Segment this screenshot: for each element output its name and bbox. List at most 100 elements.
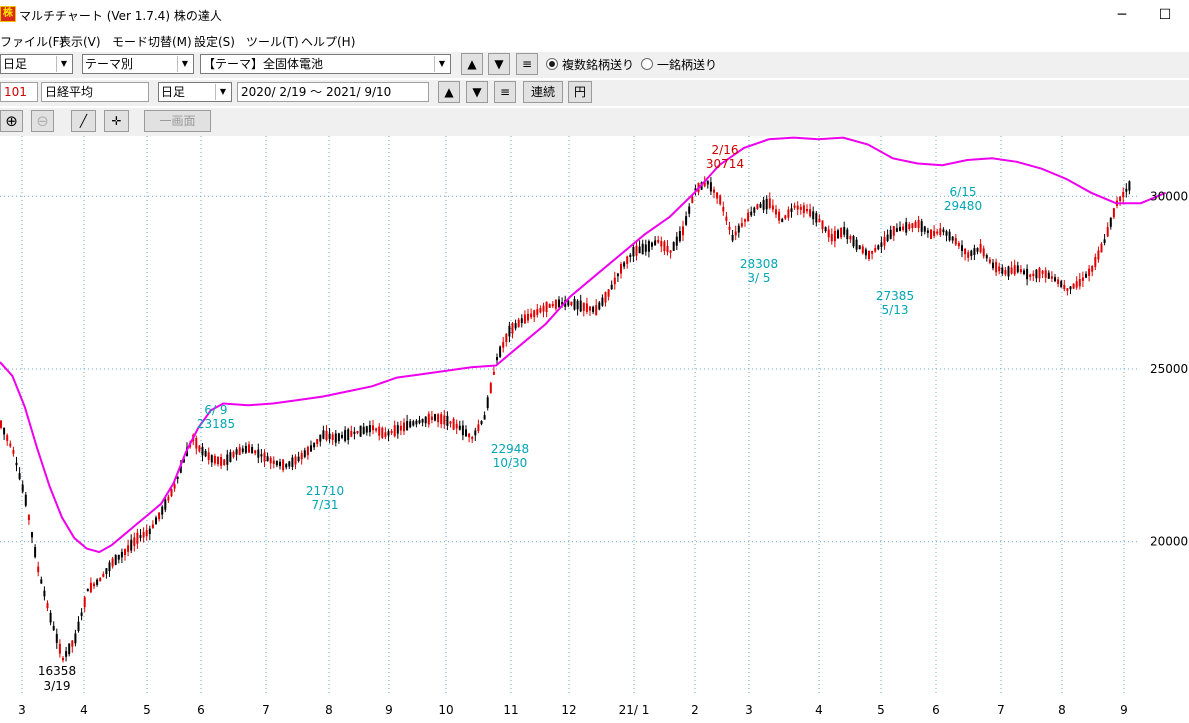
chart-annotations: 163583/19 6/ 923185 217107/31 2294810/30 2/1… <box>38 143 982 693</box>
candle-body <box>837 230 839 239</box>
item-list-button[interactable]: ≡ <box>494 81 516 103</box>
candle-body <box>331 434 334 441</box>
candle-body <box>911 223 914 229</box>
candle-body <box>167 496 170 501</box>
price-chart[interactable]: 16358 3/19 6/ 9 23185 21710 7/31 22948 10/30 2/1… <box>0 136 1189 720</box>
candle-body <box>310 445 312 452</box>
candle-body <box>902 226 905 230</box>
date-range-field[interactable]: 2020/ 2/19 ～ 2021/ 9/10 <box>237 82 429 102</box>
theme-select[interactable]: 【テーマ】全固体電池 ▼ <box>200 54 451 74</box>
candle-body <box>291 457 294 467</box>
candle-body <box>747 212 750 222</box>
candle-body <box>914 221 917 228</box>
candle-body <box>1085 273 1087 278</box>
candle-body <box>449 421 452 424</box>
multi-stock-label: 複数銘柄送り <box>562 58 635 72</box>
candle-body <box>1063 284 1066 290</box>
candle-body <box>37 566 40 573</box>
candle-body <box>269 457 272 464</box>
candle-body <box>675 236 678 246</box>
candle-body <box>666 246 669 252</box>
candle-body <box>46 603 49 609</box>
title-bar: 株 マルチチャート (Ver 1.7.4) 株の達人 ─ ☐ <box>0 0 1189 30</box>
stock-code-input[interactable]: 101 <box>0 82 38 102</box>
single-stock-radio[interactable] <box>641 58 653 70</box>
candle-body <box>536 309 539 315</box>
crosshair-button[interactable]: ✛ <box>104 110 129 132</box>
candle-body <box>1047 272 1050 279</box>
continuous-button[interactable]: 連続 <box>523 81 563 103</box>
menu-settings[interactable]: 設定(S) <box>194 33 235 50</box>
candle-body <box>1119 196 1122 202</box>
candle-body <box>471 437 474 440</box>
candle-body <box>430 416 433 420</box>
candle-body <box>9 443 12 447</box>
candle-body <box>384 432 387 437</box>
menu-mode[interactable]: モード切替(M) <box>112 33 192 50</box>
candle-body <box>812 211 815 220</box>
candle-body <box>1088 268 1091 276</box>
candle-body <box>864 249 867 256</box>
chart-period-select[interactable]: 日足 ▼ <box>158 82 232 102</box>
stock-list-button[interactable]: ≡ <box>516 53 538 75</box>
candle-body <box>220 457 223 466</box>
candle-body <box>127 545 130 552</box>
candle-body <box>34 547 37 558</box>
candle-body <box>1032 273 1035 277</box>
x-axis: 3 4 5 6 7 8 9 10 11 12 21/ 1 2 3 4 5 6 7 8 9 <box>18 703 1128 717</box>
candle-body <box>948 231 951 241</box>
candle-body <box>719 195 722 205</box>
candle-body <box>65 651 68 657</box>
candle-body <box>158 512 161 520</box>
menu-tools[interactable]: ツール(T) <box>246 33 299 50</box>
candle-body <box>480 420 483 425</box>
candle-body <box>483 415 486 420</box>
candle-body <box>89 582 92 593</box>
previous-stock-button[interactable]: ▲ <box>461 53 483 75</box>
toolbar-list: 日足 ▼ テーマ別 ▼ 【テーマ】全固体電池 ▼ ▲ ▼ ≡ 複数銘柄送り 一銘… <box>0 52 1189 78</box>
list-type-select[interactable]: テーマ別 ▼ <box>82 54 194 74</box>
list-type-value: テーマ別 <box>85 57 134 71</box>
candle-body <box>589 306 591 311</box>
single-screen-button[interactable]: 一画面 <box>144 110 211 132</box>
candle-body <box>406 420 409 431</box>
candlestick-chart[interactable]: 163583/19 6/ 923185 217107/31 2294810/30 2/1… <box>0 136 1189 720</box>
previous-item-button[interactable]: ▲ <box>438 81 460 103</box>
list-period-select[interactable]: 日足 ▼ <box>0 54 73 74</box>
candle-body <box>365 426 368 433</box>
candle-body <box>530 313 533 318</box>
candle-body <box>458 425 461 430</box>
candle-body <box>421 419 424 423</box>
candle-body <box>117 554 120 560</box>
x-tick-label: 21/ 1 <box>619 703 650 717</box>
candle-body <box>756 204 759 209</box>
maximize-button[interactable]: ☐ <box>1145 3 1185 27</box>
yen-button[interactable]: 円 <box>568 81 592 103</box>
menu-file[interactable]: ファイル(F) <box>0 33 64 50</box>
candle-body <box>316 439 319 445</box>
next-item-button[interactable]: ▼ <box>466 81 488 103</box>
candle-body <box>685 216 688 225</box>
candle-body <box>285 464 288 468</box>
menu-bar: ファイル(F) 表示(V) モード切替(M) 設定(S) ツール(T) ヘルプ(… <box>0 30 1189 52</box>
candle-body <box>759 203 762 208</box>
multi-stock-radio[interactable] <box>546 58 558 70</box>
menu-help[interactable]: ヘルプ(H) <box>301 33 355 50</box>
next-stock-button[interactable]: ▼ <box>488 53 510 75</box>
zoom-in-button[interactable]: ⊕ <box>0 110 23 132</box>
candle-body <box>660 241 663 247</box>
candle-body <box>520 318 523 324</box>
candle-body <box>672 241 675 251</box>
minimize-button[interactable]: ─ <box>1102 3 1142 27</box>
candle-body <box>651 242 653 247</box>
candle-body <box>207 452 210 461</box>
candle-body <box>610 284 613 290</box>
menu-view[interactable]: 表示(V) <box>59 33 101 50</box>
candle-body <box>722 207 725 212</box>
line-tool-button[interactable]: ╱ <box>71 110 96 132</box>
candle-body <box>607 289 610 297</box>
candle-body <box>455 423 458 429</box>
zoom-out-button[interactable]: ⊖ <box>31 110 54 132</box>
candle-body <box>933 230 936 236</box>
candle-body <box>598 302 601 310</box>
